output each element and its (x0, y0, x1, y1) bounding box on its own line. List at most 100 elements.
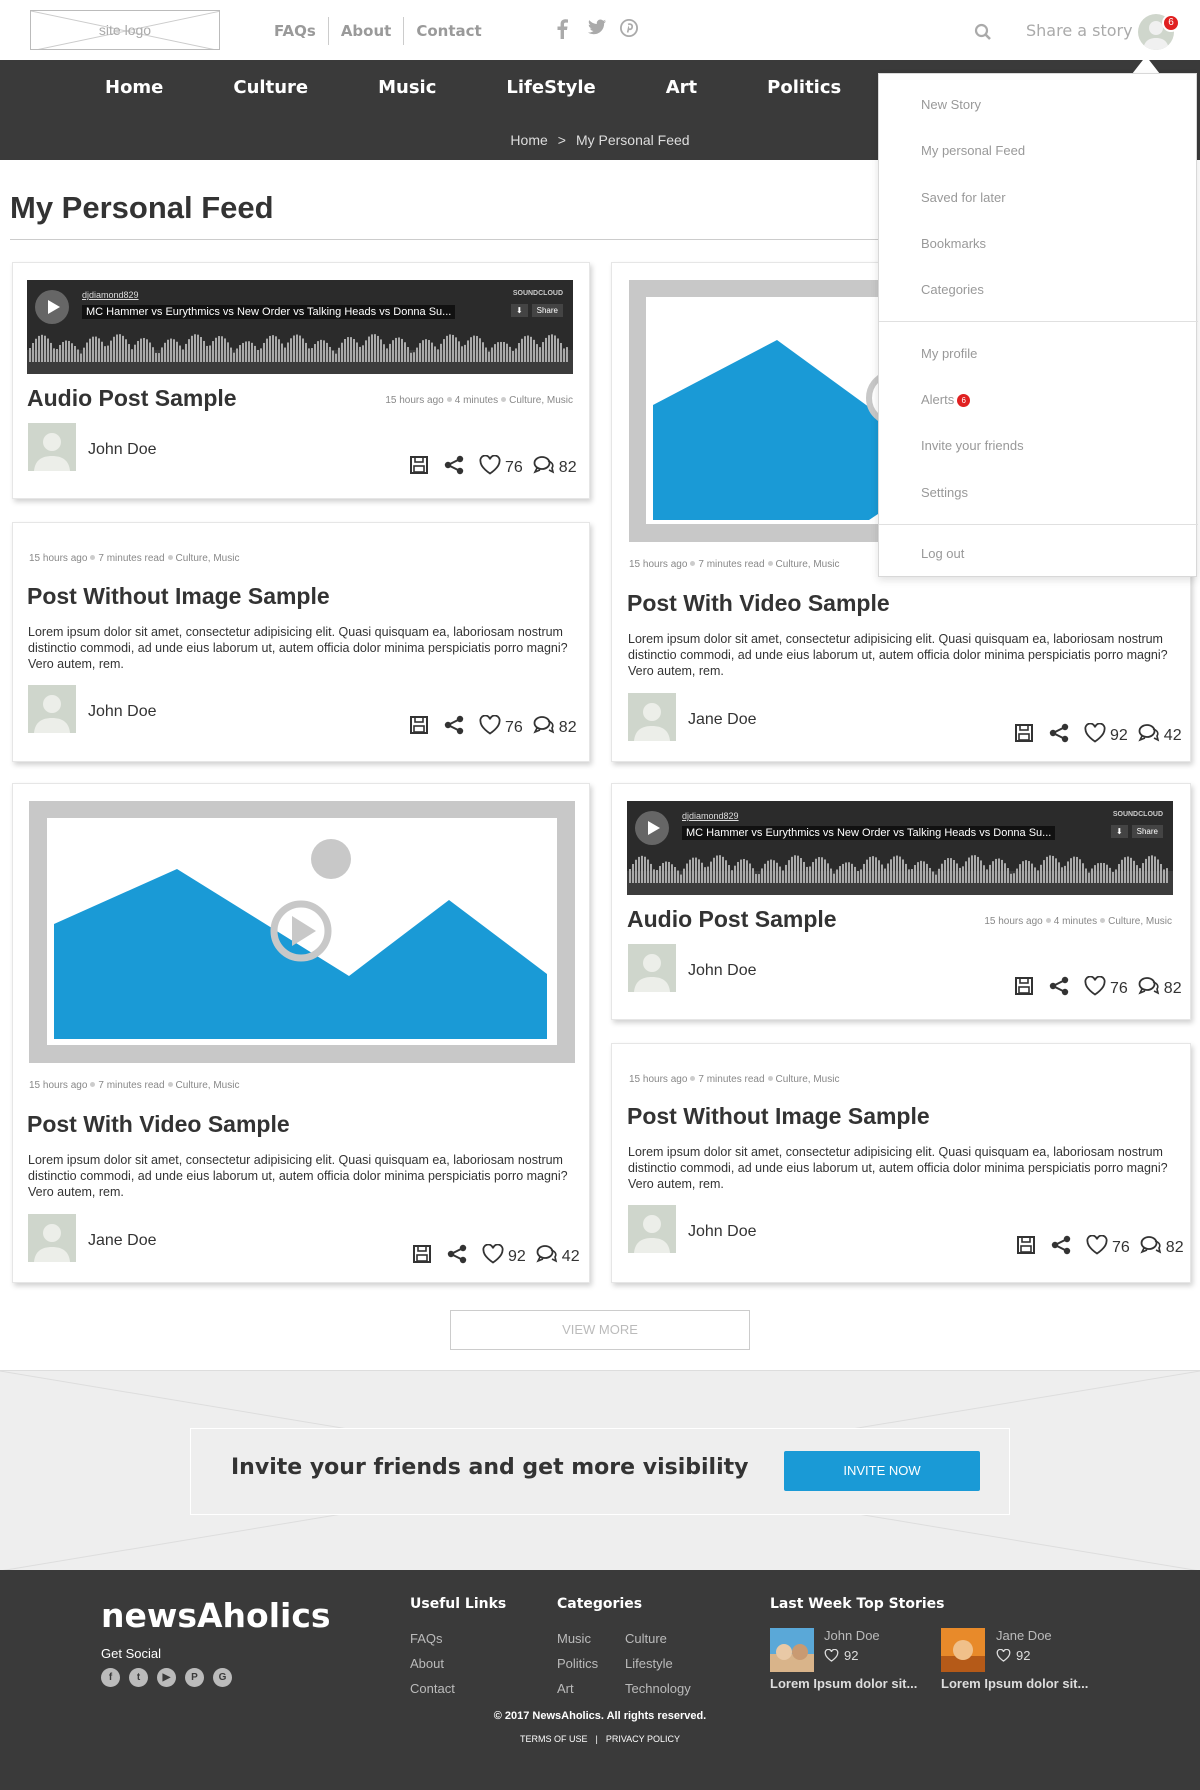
share-icon[interactable] (443, 715, 465, 740)
nav-item-culture[interactable]: Culture (198, 60, 343, 116)
footer-category-politics[interactable]: Politics (557, 1651, 598, 1676)
facebook-icon[interactable] (556, 19, 574, 39)
post-card-audio-1[interactable]: djdiamond829 MC Hammer vs Eurythmics vs … (12, 262, 590, 499)
footer-category-culture[interactable]: Culture (625, 1626, 691, 1651)
share-icon[interactable] (1050, 1235, 1072, 1260)
author-avatar[interactable] (28, 423, 76, 471)
menu-item-invite[interactable]: Invite your friends (921, 438, 1024, 453)
share-icon[interactable] (443, 455, 465, 480)
audio-track-title[interactable]: MC Hammer vs Eurythmics vs New Order vs … (82, 305, 456, 319)
save-icon[interactable] (409, 455, 429, 480)
author-name[interactable]: John Doe (88, 703, 157, 721)
share-icon[interactable] (446, 1244, 468, 1269)
soundcloud-player[interactable]: djdiamond829 MC Hammer vs Eurythmics vs … (27, 280, 573, 374)
save-icon[interactable] (1016, 1235, 1036, 1260)
post-card-video-2[interactable]: 15 hours ago 7 minutes read Culture, Music… (12, 783, 590, 1283)
post-card-text-2[interactable]: 15 hours ago 7 minutes read Culture, Music… (611, 1043, 1191, 1283)
terms-link[interactable]: TERMS OF USE (520, 1734, 588, 1744)
comments-icon[interactable] (533, 455, 555, 480)
footer-category-art[interactable]: Art (557, 1676, 598, 1701)
play-button[interactable] (35, 290, 69, 324)
author-avatar[interactable] (28, 1214, 76, 1262)
share-story-link[interactable]: Share a story (1026, 21, 1133, 40)
view-more-button[interactable]: VIEW MORE (450, 1310, 750, 1350)
audio-user[interactable]: djdiamond829 (82, 290, 139, 300)
top-link-contact[interactable]: Contact (404, 17, 493, 45)
post-title[interactable]: Post With Video Sample (27, 1111, 290, 1138)
post-title[interactable]: Post With Video Sample (627, 590, 890, 617)
top-link-about[interactable]: About (329, 17, 405, 45)
invite-now-button[interactable]: INVITE NOW (784, 1451, 980, 1491)
facebook-icon[interactable]: f (101, 1668, 120, 1687)
footer-brand[interactable]: newsAholics (101, 1596, 331, 1635)
post-card-audio-2[interactable]: djdiamond829 MC Hammer vs Eurythmics vs … (611, 783, 1191, 1020)
post-title[interactable]: Post Without Image Sample (627, 1103, 930, 1130)
nav-item-politics[interactable]: Politics (732, 60, 876, 116)
video-thumbnail[interactable] (29, 801, 575, 1063)
menu-item-settings[interactable]: Settings (921, 485, 968, 500)
author-name[interactable]: John Doe (688, 1223, 757, 1241)
author-name[interactable]: Jane Doe (88, 1232, 157, 1250)
post-title[interactable]: Audio Post Sample (27, 385, 237, 412)
audio-share-button[interactable]: Share (531, 304, 563, 317)
post-card-text-1[interactable]: 15 hours ago 7 minutes read Culture, Music… (12, 522, 590, 762)
save-icon[interactable] (409, 715, 429, 740)
audio-share-button[interactable]: Share (1131, 825, 1163, 838)
author-avatar[interactable] (628, 693, 676, 741)
share-icon[interactable] (1048, 723, 1070, 748)
audio-track-title[interactable]: MC Hammer vs Eurythmics vs New Order vs … (682, 826, 1056, 840)
twitter-icon[interactable]: t (129, 1668, 148, 1687)
footer-link-contact[interactable]: Contact (410, 1676, 455, 1701)
comments-icon[interactable] (1138, 723, 1160, 748)
post-title[interactable]: Audio Post Sample (627, 906, 837, 933)
nav-item-home[interactable]: Home (70, 60, 198, 116)
story-author[interactable]: Jane Doe (996, 1628, 1052, 1643)
soundcloud-player[interactable]: djdiamond829 MC Hammer vs Eurythmics vs … (627, 801, 1173, 895)
footer-category-lifestyle[interactable]: Lifestyle (625, 1651, 691, 1676)
google-plus-icon[interactable]: G (213, 1668, 232, 1687)
story-title[interactable]: Lorem Ipsum dolor sit... (770, 1676, 917, 1691)
breadcrumb-home[interactable]: Home (510, 132, 547, 148)
story-thumbnail[interactable] (770, 1628, 814, 1672)
pinterest-icon[interactable] (620, 19, 638, 39)
footer-link-about[interactable]: About (410, 1651, 455, 1676)
audio-user[interactable]: djdiamond829 (682, 811, 739, 821)
author-name[interactable]: Jane Doe (688, 711, 757, 729)
post-title[interactable]: Post Without Image Sample (27, 583, 330, 610)
nav-item-lifestyle[interactable]: LifeStyle (471, 60, 630, 116)
like-icon[interactable] (1084, 722, 1106, 748)
comments-icon[interactable] (536, 1244, 558, 1269)
twitter-icon[interactable] (588, 19, 606, 39)
site-logo[interactable]: site logo (30, 10, 220, 50)
like-icon[interactable] (479, 454, 501, 480)
menu-item-saved[interactable]: Saved for later (921, 190, 1006, 205)
author-name[interactable]: John Doe (88, 441, 157, 459)
footer-category-technology[interactable]: Technology (625, 1676, 691, 1701)
author-avatar[interactable] (28, 685, 76, 733)
nav-item-art[interactable]: Art (631, 60, 732, 116)
footer-link-faqs[interactable]: FAQs (410, 1626, 455, 1651)
save-icon[interactable] (1014, 723, 1034, 748)
author-avatar[interactable] (628, 1205, 676, 1253)
like-icon[interactable] (1086, 1234, 1108, 1260)
menu-item-profile[interactable]: My profile (921, 346, 977, 361)
story-title[interactable]: Lorem Ipsum dolor sit... (941, 1676, 1088, 1691)
save-icon[interactable] (412, 1244, 432, 1269)
menu-item-alerts[interactable]: Alerts 6 (921, 392, 971, 407)
footer-category-music[interactable]: Music (557, 1626, 598, 1651)
download-icon[interactable]: ⬇ (510, 304, 528, 317)
like-icon[interactable] (482, 1243, 504, 1269)
top-link-faqs[interactable]: FAQs (262, 17, 329, 45)
comments-icon[interactable] (1138, 976, 1160, 1001)
menu-item-personal-feed[interactable]: My personal Feed (921, 143, 1025, 158)
search-icon[interactable] (974, 23, 992, 46)
download-icon[interactable]: ⬇ (1110, 825, 1128, 838)
share-icon[interactable] (1048, 976, 1070, 1001)
youtube-icon[interactable]: ▶ (157, 1668, 176, 1687)
comments-icon[interactable] (533, 715, 555, 740)
nav-item-music[interactable]: Music (343, 60, 471, 116)
story-thumbnail[interactable] (941, 1628, 985, 1672)
privacy-link[interactable]: PRIVACY POLICY (606, 1734, 680, 1744)
menu-item-categories[interactable]: Categories (921, 282, 984, 297)
play-button[interactable] (635, 811, 669, 845)
